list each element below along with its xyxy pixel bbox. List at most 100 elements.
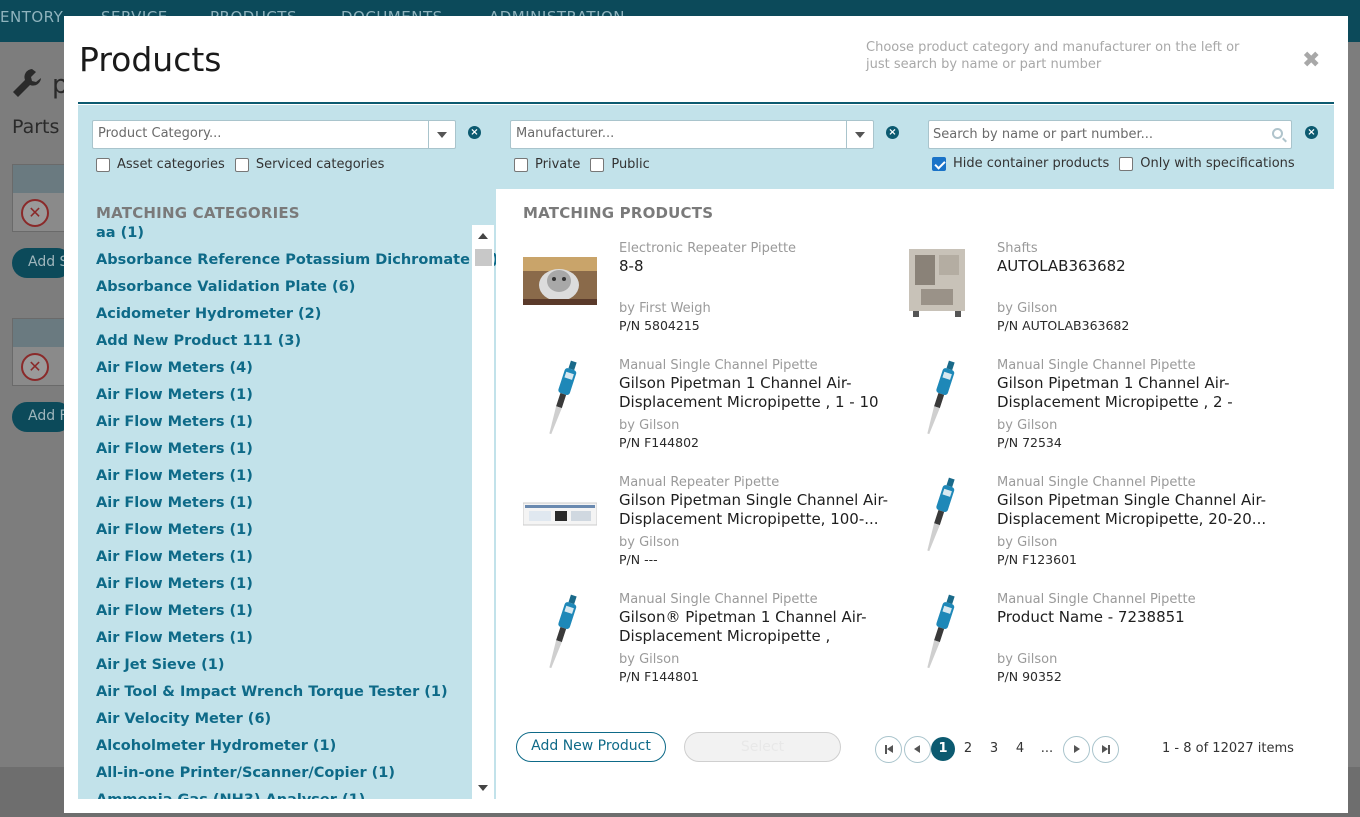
clear-search-icon[interactable]: × [1305, 126, 1318, 139]
product-card[interactable]: Manual Single Channel Pipette Product Nam… [901, 592, 1261, 688]
category-item[interactable]: Air Jet Sieve (1) [96, 657, 466, 684]
clear-manufacturer-icon[interactable]: × [886, 126, 899, 139]
product-card[interactable]: Manual Repeater Pipette Gilson Pipetman S… [522, 475, 888, 571]
scroll-down-icon[interactable] [478, 785, 488, 791]
category-item[interactable]: Alcoholmeter Hydrometer (1) [96, 738, 466, 765]
last-page-icon[interactable] [1092, 736, 1119, 763]
product-manufacturer: by Gilson [619, 418, 680, 433]
products-title: MATCHING PRODUCTS [523, 204, 714, 222]
product-card[interactable]: Manual Single Channel Pipette Gilson® Pip… [523, 592, 883, 688]
close-icon[interactable]: ✖ [1302, 48, 1320, 73]
category-item[interactable]: Air Flow Meters (1) [96, 603, 466, 630]
product-part-number: P/N F144801 [619, 669, 699, 684]
hide-container-checkbox[interactable] [932, 156, 946, 171]
scroll-up-icon[interactable] [478, 233, 488, 239]
category-placeholder: Product Category... [98, 126, 222, 141]
product-card[interactable]: Electronic Repeater Pipette 8-8 by First W… [523, 241, 883, 337]
previous-page-icon[interactable] [904, 736, 931, 763]
product-thumbnail [523, 241, 597, 321]
next-page-icon[interactable] [1063, 736, 1090, 763]
product-card[interactable]: Manual Single Channel Pipette Gilson Pipe… [901, 358, 1261, 454]
category-scrollbar[interactable] [472, 225, 494, 799]
product-name: Gilson Pipetman 1 Channel Air-Displaceme… [619, 374, 879, 411]
serviced-categories-checkbox[interactable] [234, 157, 249, 172]
product-name: Gilson Pipetman Single Channel Air-Displ… [997, 491, 1267, 528]
modal-hint: Choose product category and manufacturer… [866, 40, 1240, 72]
product-name: Gilson® Pipetman 1 Channel Air-Displacem… [619, 608, 867, 645]
product-part-number: P/N 5804215 [619, 318, 700, 333]
nav-inventory[interactable]: ENTORY [0, 8, 63, 26]
asset-categories-checkbox[interactable] [96, 157, 110, 172]
category-item[interactable]: Air Flow Meters (1) [96, 441, 466, 468]
chevron-down-icon[interactable] [846, 121, 873, 148]
category-item[interactable]: Air Flow Meters (1) [96, 576, 466, 603]
category-dropdown[interactable]: Product Category... [92, 120, 456, 149]
product-card[interactable]: Manual Single Channel Pipette Gilson Pipe… [523, 358, 883, 454]
private-checkbox[interactable] [514, 157, 528, 172]
product-manufacturer: by Gilson [997, 535, 1058, 550]
category-item[interactable]: aa (1) [96, 225, 466, 252]
category-item[interactable]: Ammonia Gas (NH3) Analyser (1) [96, 792, 466, 799]
remove-icon[interactable]: ✕ [21, 353, 49, 381]
product-category: Manual Single Channel Pipette [997, 475, 1196, 490]
category-item[interactable]: Acidometer Hydrometer (2) [96, 306, 466, 333]
search-icon[interactable] [1272, 128, 1283, 139]
manufacturer-filter-panel: Manufacturer... × Private Public [496, 105, 914, 189]
product-category: Manual Repeater Pipette [619, 475, 780, 490]
category-item[interactable]: Air Flow Meters (1) [96, 387, 466, 414]
select-button[interactable]: Select [684, 732, 841, 762]
category-item[interactable]: Absorbance Validation Plate (6) [96, 279, 466, 306]
category-item[interactable]: Absorbance Reference Potassium Dichromat… [96, 252, 496, 279]
manufacturer-placeholder: Manufacturer... [516, 126, 615, 141]
category-item[interactable]: Air Flow Meters (1) [96, 495, 466, 522]
category-item[interactable]: Air Tool & Impact Wrench Torque Tester (… [96, 684, 466, 711]
page-4[interactable]: 4 [1008, 737, 1032, 761]
category-filter-panel: Product Category... × Asset categories S… [78, 105, 496, 189]
product-thumbnail [901, 475, 975, 555]
page-ellipsis[interactable]: ... [1035, 737, 1059, 761]
page-1[interactable]: 1 [931, 737, 955, 761]
hide-container-label: Hide container products [953, 156, 1110, 171]
product-part-number: P/N AUTOLAB363682 [997, 318, 1130, 333]
page-3[interactable]: 3 [982, 737, 1006, 761]
public-checkbox[interactable] [590, 157, 605, 172]
product-name: Gilson Pipetman 1 Channel Air-Displaceme… [997, 374, 1233, 411]
product-thumbnail [523, 358, 597, 438]
category-item[interactable]: Air Flow Meters (4) [96, 360, 466, 387]
category-item[interactable]: Air Flow Meters (1) [96, 414, 466, 441]
serviced-categories-label: Serviced categories [255, 157, 385, 172]
product-thumbnail [901, 592, 975, 672]
manufacturer-dropdown[interactable]: Manufacturer... [510, 120, 874, 149]
category-item[interactable]: Air Flow Meters (1) [96, 522, 466, 549]
chevron-down-icon[interactable] [428, 121, 455, 148]
clear-category-icon[interactable]: × [468, 126, 481, 139]
category-item[interactable]: Air Velocity Meter (6) [96, 711, 466, 738]
product-card[interactable]: Manual Single Channel Pipette Gilson Pipe… [901, 475, 1266, 571]
product-category: Manual Single Channel Pipette [997, 358, 1196, 373]
category-item[interactable]: Add New Product 111 (3) [96, 333, 466, 360]
background-add-button[interactable]: Add F [12, 402, 72, 432]
only-specs-label: Only with specifications [1140, 156, 1295, 171]
scroll-thumb[interactable] [475, 249, 492, 266]
product-category: Shafts [997, 241, 1038, 256]
product-name: Gilson Pipetman Single Channel Air-Displ… [619, 491, 889, 528]
category-item[interactable]: Air Flow Meters (1) [96, 630, 466, 657]
search-input[interactable] [933, 124, 1263, 145]
remove-icon[interactable]: ✕ [21, 199, 49, 227]
product-category: Manual Single Channel Pipette [619, 592, 818, 607]
category-list: aa (1) Absorbance Reference Potassium Dic… [96, 225, 496, 799]
product-card[interactable]: Shafts AUTOLAB363682 by Gilson P/N AUTOLAB3… [901, 241, 1261, 337]
background-add-button[interactable]: Add S [12, 248, 72, 278]
search-box [928, 120, 1292, 149]
category-item[interactable]: Air Flow Meters (1) [96, 549, 466, 576]
product-thumbnail [522, 475, 598, 555]
product-part-number: P/N 90352 [997, 669, 1062, 684]
add-new-product-button[interactable]: Add New Product [516, 732, 666, 762]
product-part-number: P/N F144802 [619, 435, 699, 450]
category-item[interactable]: Air Flow Meters (1) [96, 468, 466, 495]
page-2[interactable]: 2 [956, 737, 980, 761]
product-manufacturer: by Gilson [619, 652, 680, 667]
category-item[interactable]: All-in-one Printer/Scanner/Copier (1) [96, 765, 466, 792]
only-specs-checkbox[interactable] [1119, 156, 1134, 171]
first-page-icon[interactable] [875, 736, 902, 763]
